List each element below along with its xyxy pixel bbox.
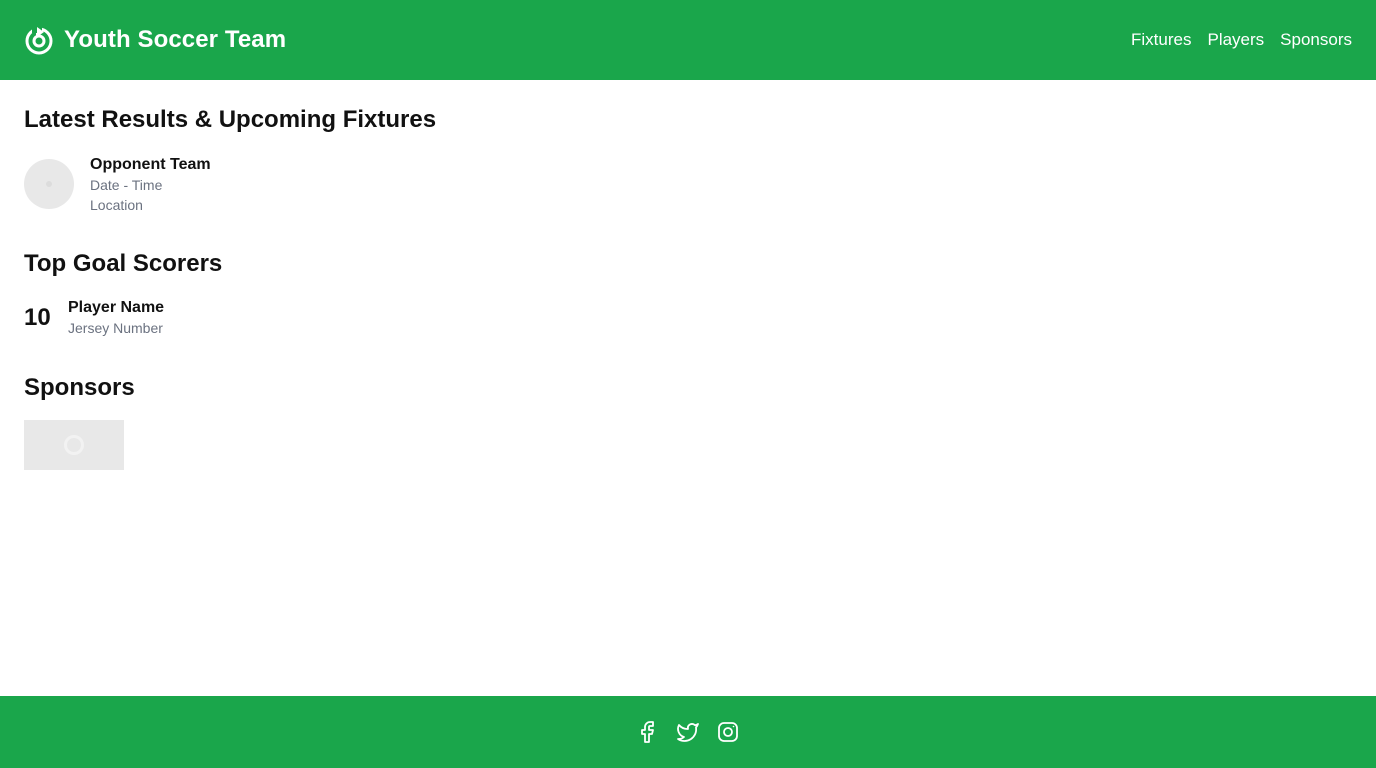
nav-link-fixtures[interactable]: Fixtures bbox=[1131, 30, 1191, 50]
brand[interactable]: Youth Soccer Team bbox=[24, 24, 286, 56]
placeholder-dot bbox=[46, 181, 52, 187]
nav-link-sponsors[interactable]: Sponsors bbox=[1280, 30, 1352, 50]
site-title: Youth Soccer Team bbox=[64, 26, 287, 53]
site-footer bbox=[0, 696, 1376, 768]
sponsor-logo-placeholder[interactable] bbox=[24, 420, 124, 470]
player-name: Player Name bbox=[68, 299, 165, 316]
page: Youth Soccer Team Fixtures Players Spons… bbox=[0, 0, 1376, 768]
scorer-item: 10 Player Name Jersey Number bbox=[24, 298, 164, 338]
sponsors-heading: Sponsors bbox=[24, 374, 135, 401]
scorer-info: Player Name Jersey Number bbox=[68, 298, 164, 338]
site-header: Youth Soccer Team Fixtures Players Spons… bbox=[0, 0, 1376, 80]
fixture-item: Opponent Team Date - Time Location bbox=[24, 156, 211, 215]
twitter-icon[interactable] bbox=[676, 720, 700, 744]
opponent-logo-placeholder bbox=[24, 159, 74, 209]
instagram-icon[interactable] bbox=[716, 720, 740, 744]
fixture-datetime: Date - Time bbox=[90, 177, 163, 193]
scorers-heading: Top Goal Scorers bbox=[24, 250, 223, 277]
opponent-name: Opponent Team bbox=[90, 156, 211, 173]
facebook-icon[interactable] bbox=[636, 720, 660, 744]
fixture-location: Location bbox=[90, 197, 143, 213]
nav-link-players[interactable]: Players bbox=[1207, 30, 1264, 50]
placeholder-ring bbox=[64, 435, 84, 455]
main-nav: Fixtures Players Sponsors bbox=[1131, 30, 1352, 50]
goal-count: 10 bbox=[24, 304, 51, 331]
fixtures-heading: Latest Results & Upcoming Fixtures bbox=[24, 106, 437, 133]
soccer-logo-icon bbox=[25, 25, 53, 55]
jersey-number: Jersey Number bbox=[68, 320, 163, 336]
fixture-info: Opponent Team Date - Time Location bbox=[90, 155, 211, 215]
